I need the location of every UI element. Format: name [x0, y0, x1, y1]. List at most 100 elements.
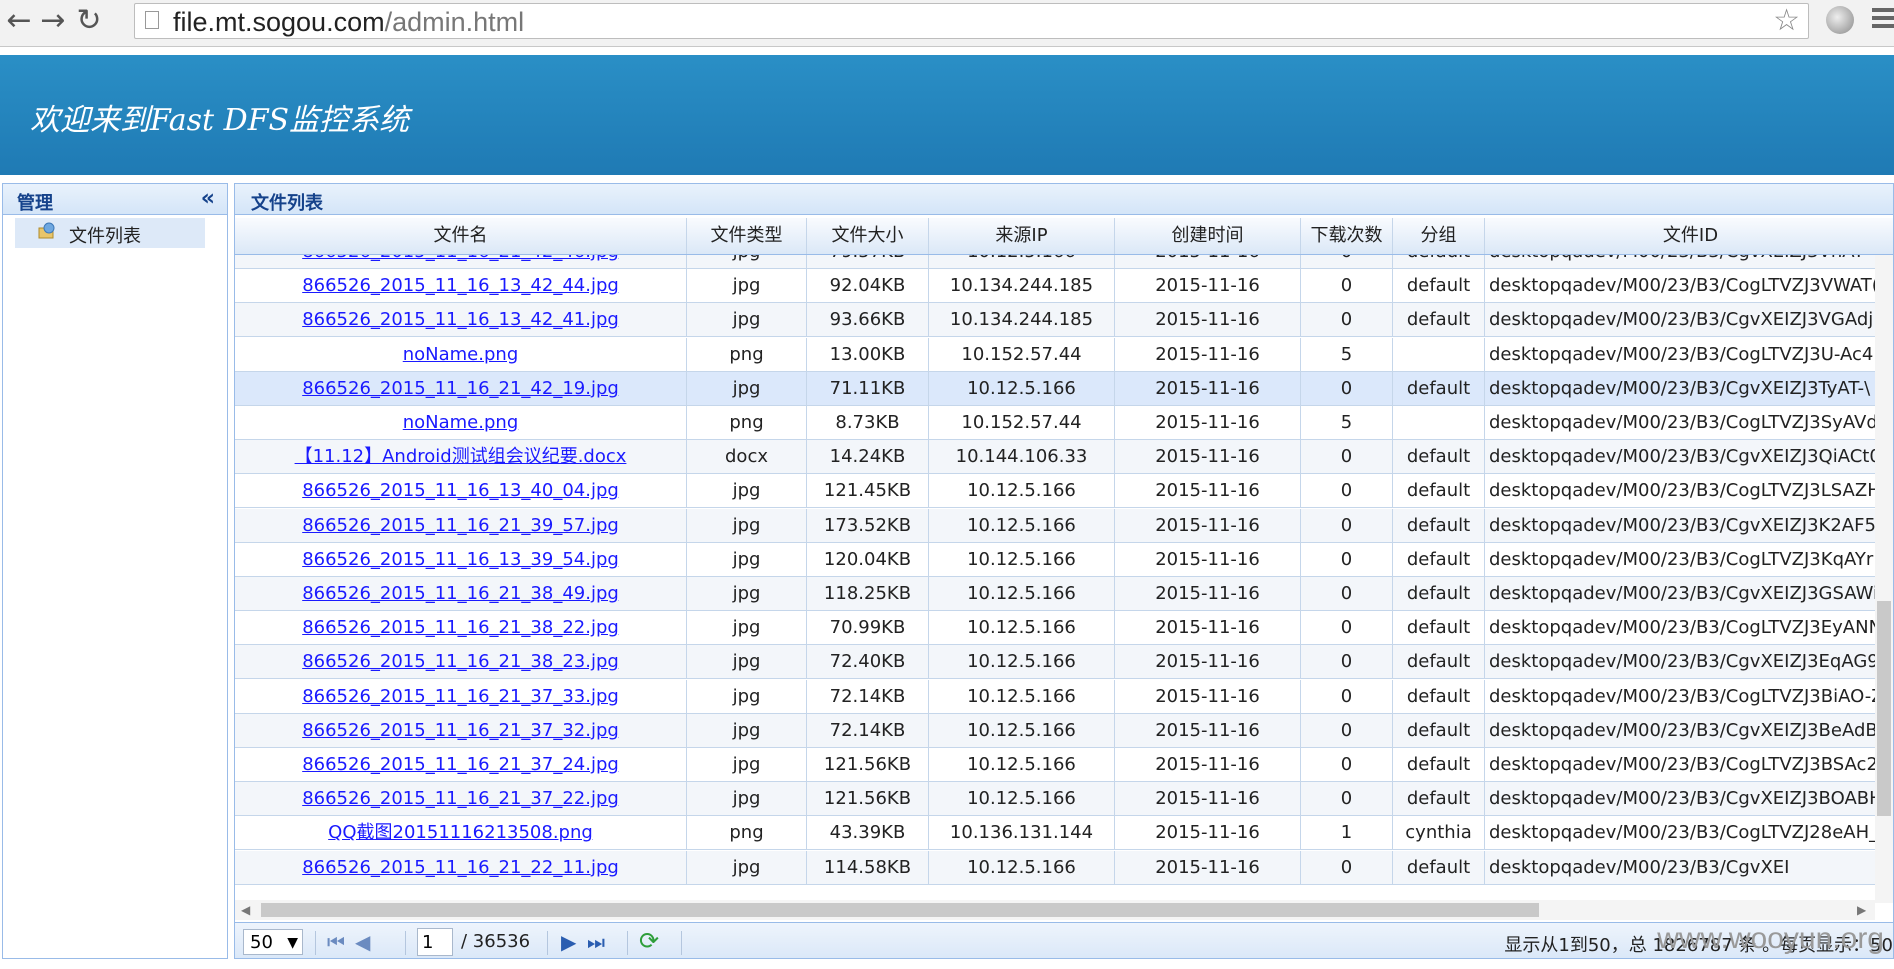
file-name-link[interactable]: noName.png	[235, 337, 687, 372]
file-name-link[interactable]: QQ截图20151116213508.png	[235, 816, 687, 851]
header-col-file-size[interactable]: 文件大小	[807, 218, 929, 254]
table-cell-created-time: 2015-11-16	[1115, 542, 1301, 577]
table-cell-file-type: png	[687, 406, 807, 440]
horizontal-scrollbar[interactable]: ◀ ▶	[235, 900, 1875, 920]
file-name-link[interactable]: 866526_2015_11_16_21_38_23.jpg	[235, 645, 687, 680]
file-name-link[interactable]: 866526_2015_11_16_21_38_49.jpg	[235, 577, 687, 611]
table-row[interactable]: 866526_2015_11_16_21_38_49.jpg jpg 118.25K…	[235, 577, 1875, 611]
header-col-source-ip[interactable]: 来源IP	[929, 218, 1115, 254]
main-title: 文件列表	[251, 193, 323, 214]
table-row[interactable]: 866526_2015_11_16_13_42_44.jpg jpg 92.04KB…	[235, 269, 1875, 304]
table-cell-file-id: desktopqadev/M00/23/B3/CogLTVZJ3KqAYrI	[1485, 543, 1875, 577]
table-cell-file-size: 173.52KB	[807, 508, 929, 543]
file-name-link[interactable]: 866526_2015_11_16_21_42_46.jpg	[235, 255, 687, 269]
table-row[interactable]: 866526_2015_11_16_21_22_11.jpg jpg 114.58K…	[235, 850, 1875, 885]
forward-arrow-icon[interactable]: →	[36, 4, 70, 38]
reload-icon[interactable]: ↻	[72, 4, 106, 38]
browser-menu-icon[interactable]	[1872, 8, 1894, 32]
watermark: www.wooyun.org	[1657, 922, 1884, 955]
header-col-file-name[interactable]: 文件名	[235, 218, 687, 254]
table-cell-created-time: 2015-11-16	[1115, 508, 1301, 543]
page-size-select[interactable]: 50 ▼	[243, 929, 303, 955]
table-row[interactable]: 866526_2015_11_16_21_42_46.jpgjpg79.57KB…	[235, 255, 1875, 269]
vertical-scroll-thumb[interactable]	[1877, 601, 1891, 816]
table-row[interactable]: noName.png png 13.00KB 10.152.57.44 2015-11-…	[235, 337, 1875, 372]
table-cell-created-time: 2015-11-16	[1115, 679, 1301, 714]
vertical-scrollbar[interactable]	[1875, 255, 1893, 903]
horizontal-scroll-thumb[interactable]	[261, 903, 1539, 917]
next-page-icon[interactable]: ▶	[561, 930, 576, 954]
banner-title: 欢迎来到Fast DFS监控系统	[30, 103, 410, 138]
table-row[interactable]: 866526_2015_11_16_21_38_23.jpg jpg 72.40KB…	[235, 645, 1875, 680]
table-row[interactable]: 866526_2015_11_16_21_38_22.jpg jpg 70.99KB…	[235, 611, 1875, 646]
table-cell-file-id: desktopqadev/M00/23/B3/CogLTVZJ3VWAT(	[1485, 269, 1875, 303]
first-page-icon[interactable]: ⏮	[327, 930, 345, 954]
page-number-input[interactable]: 1	[417, 928, 453, 956]
table-row[interactable]: 866526_2015_11_16_21_37_22.jpg jpg 121.56K…	[235, 782, 1875, 817]
back-arrow-icon[interactable]: ←	[2, 4, 36, 38]
table-cell-group	[1393, 337, 1485, 372]
file-name-link[interactable]: 866526_2015_11_16_21_42_19.jpg	[235, 371, 687, 406]
globe-extension-icon[interactable]	[1826, 6, 1854, 34]
sidebar-item-file-list[interactable]: 文件列表	[15, 218, 205, 248]
previous-page-icon[interactable]: ◀	[355, 930, 370, 954]
scroll-left-arrow-icon[interactable]: ◀	[241, 903, 250, 917]
table-cell-file-id: desktopqadev/M00/23/B3/CgvXEI	[1485, 851, 1875, 885]
table-cell-file-size: 114.58KB	[807, 850, 929, 885]
table-cell-group: default	[1393, 577, 1485, 611]
sidebar-header: 管理 «	[3, 184, 227, 215]
refresh-icon[interactable]: ⟳	[639, 927, 659, 955]
file-name-link[interactable]: 866526_2015_11_16_21_37_32.jpg	[235, 713, 687, 748]
table-cell-group: default	[1393, 508, 1485, 543]
file-name-link[interactable]: 866526_2015_11_16_13_39_54.jpg	[235, 542, 687, 577]
table-row[interactable]: QQ截图20151116213508.png png 43.39KB 10.136.1…	[235, 816, 1875, 851]
table-cell-file-size: 120.04KB	[807, 542, 929, 577]
table-cell-source-ip: 10.12.5.166	[929, 645, 1115, 680]
file-name-link[interactable]: 866526_2015_11_16_21_22_11.jpg	[235, 850, 687, 885]
table-cell-file-type: png	[687, 816, 807, 851]
header-col-group[interactable]: 分组	[1393, 218, 1485, 254]
file-name-link[interactable]: 【11.12】Android测试组会议纪要.docx	[235, 440, 687, 475]
header-col-download-count[interactable]: 下载次数	[1301, 218, 1393, 254]
table-row[interactable]: 866526_2015_11_16_13_40_04.jpg jpg 121.45K…	[235, 474, 1875, 509]
table-cell-source-ip: 10.152.57.44	[929, 337, 1115, 372]
table-cell-created-time: 2015-11-16	[1115, 371, 1301, 406]
table-row[interactable]: noName.png png 8.73KB 10.152.57.44 2015-11-1…	[235, 406, 1875, 440]
table-row[interactable]: 866526_2015_11_16_21_42_19.jpg jpg 71.11KB…	[235, 371, 1875, 406]
table-row[interactable]: 【11.12】Android测试组会议纪要.docx docx 14.24KB 10.…	[235, 440, 1875, 475]
table-cell-file-id: desktopqadev/M00/23/B3/CgvXEIZJ3EqAG9z	[1485, 645, 1875, 679]
file-name-link[interactable]: 866526_2015_11_16_21_38_22.jpg	[235, 611, 687, 646]
sidebar-title: 管理	[17, 193, 53, 214]
table-row[interactable]: 866526_2015_11_16_13_39_54.jpg jpg 120.04K…	[235, 542, 1875, 577]
url-path: /admin.html	[384, 7, 525, 37]
table-cell-download-count: 0	[1301, 255, 1393, 269]
file-name-link[interactable]: noName.png	[235, 406, 687, 440]
last-page-icon[interactable]: ⏭	[587, 930, 605, 954]
table-cell-download-count: 0	[1301, 577, 1393, 611]
file-name-link[interactable]: 866526_2015_11_16_13_42_44.jpg	[235, 269, 687, 304]
table-row[interactable]: 866526_2015_11_16_21_37_32.jpg jpg 72.14KB…	[235, 713, 1875, 748]
file-name-link[interactable]: 866526_2015_11_16_13_42_41.jpg	[235, 303, 687, 338]
table-row[interactable]: 866526_2015_11_16_21_37_24.jpg jpg 121.56K…	[235, 748, 1875, 782]
table-cell-file-size: 70.99KB	[807, 611, 929, 646]
table-cell-file-type: jpg	[687, 371, 807, 406]
file-name-link[interactable]: 866526_2015_11_16_21_37_24.jpg	[235, 748, 687, 782]
table-row[interactable]: 866526_2015_11_16_21_39_57.jpg jpg 173.52K…	[235, 508, 1875, 543]
collapse-left-icon[interactable]: «	[201, 186, 215, 211]
table-cell-file-id: desktopqadev/M00/23/B3/CogLTVZJ3BSAc2V	[1485, 748, 1875, 782]
table-cell-file-id: desktopqadev/M00/23/B3/CogLTVZJ3SyAVd	[1485, 406, 1875, 440]
file-name-link[interactable]: 866526_2015_11_16_21_39_57.jpg	[235, 508, 687, 543]
file-name-link[interactable]: 866526_2015_11_16_13_40_04.jpg	[235, 474, 687, 509]
header-col-file-type[interactable]: 文件类型	[687, 218, 807, 254]
bookmark-star-icon[interactable]: ☆	[1773, 4, 1800, 38]
scroll-right-arrow-icon[interactable]: ▶	[1857, 903, 1866, 917]
header-col-created-time[interactable]: 创建时间	[1115, 218, 1301, 254]
file-name-link[interactable]: 866526_2015_11_16_21_37_33.jpg	[235, 679, 687, 714]
table-row[interactable]: 866526_2015_11_16_13_42_41.jpg jpg 93.66KB…	[235, 303, 1875, 338]
file-name-link[interactable]: 866526_2015_11_16_21_37_22.jpg	[235, 782, 687, 817]
address-bar[interactable]: file.mt.sogou.com/admin.html ☆	[134, 3, 1809, 39]
table-cell-group: default	[1393, 542, 1485, 577]
header-col-file-id[interactable]: 文件ID	[1485, 218, 1893, 254]
table-row[interactable]: 866526_2015_11_16_21_37_33.jpg jpg 72.14KB…	[235, 679, 1875, 714]
table-cell-source-ip: 10.12.5.166	[929, 782, 1115, 817]
